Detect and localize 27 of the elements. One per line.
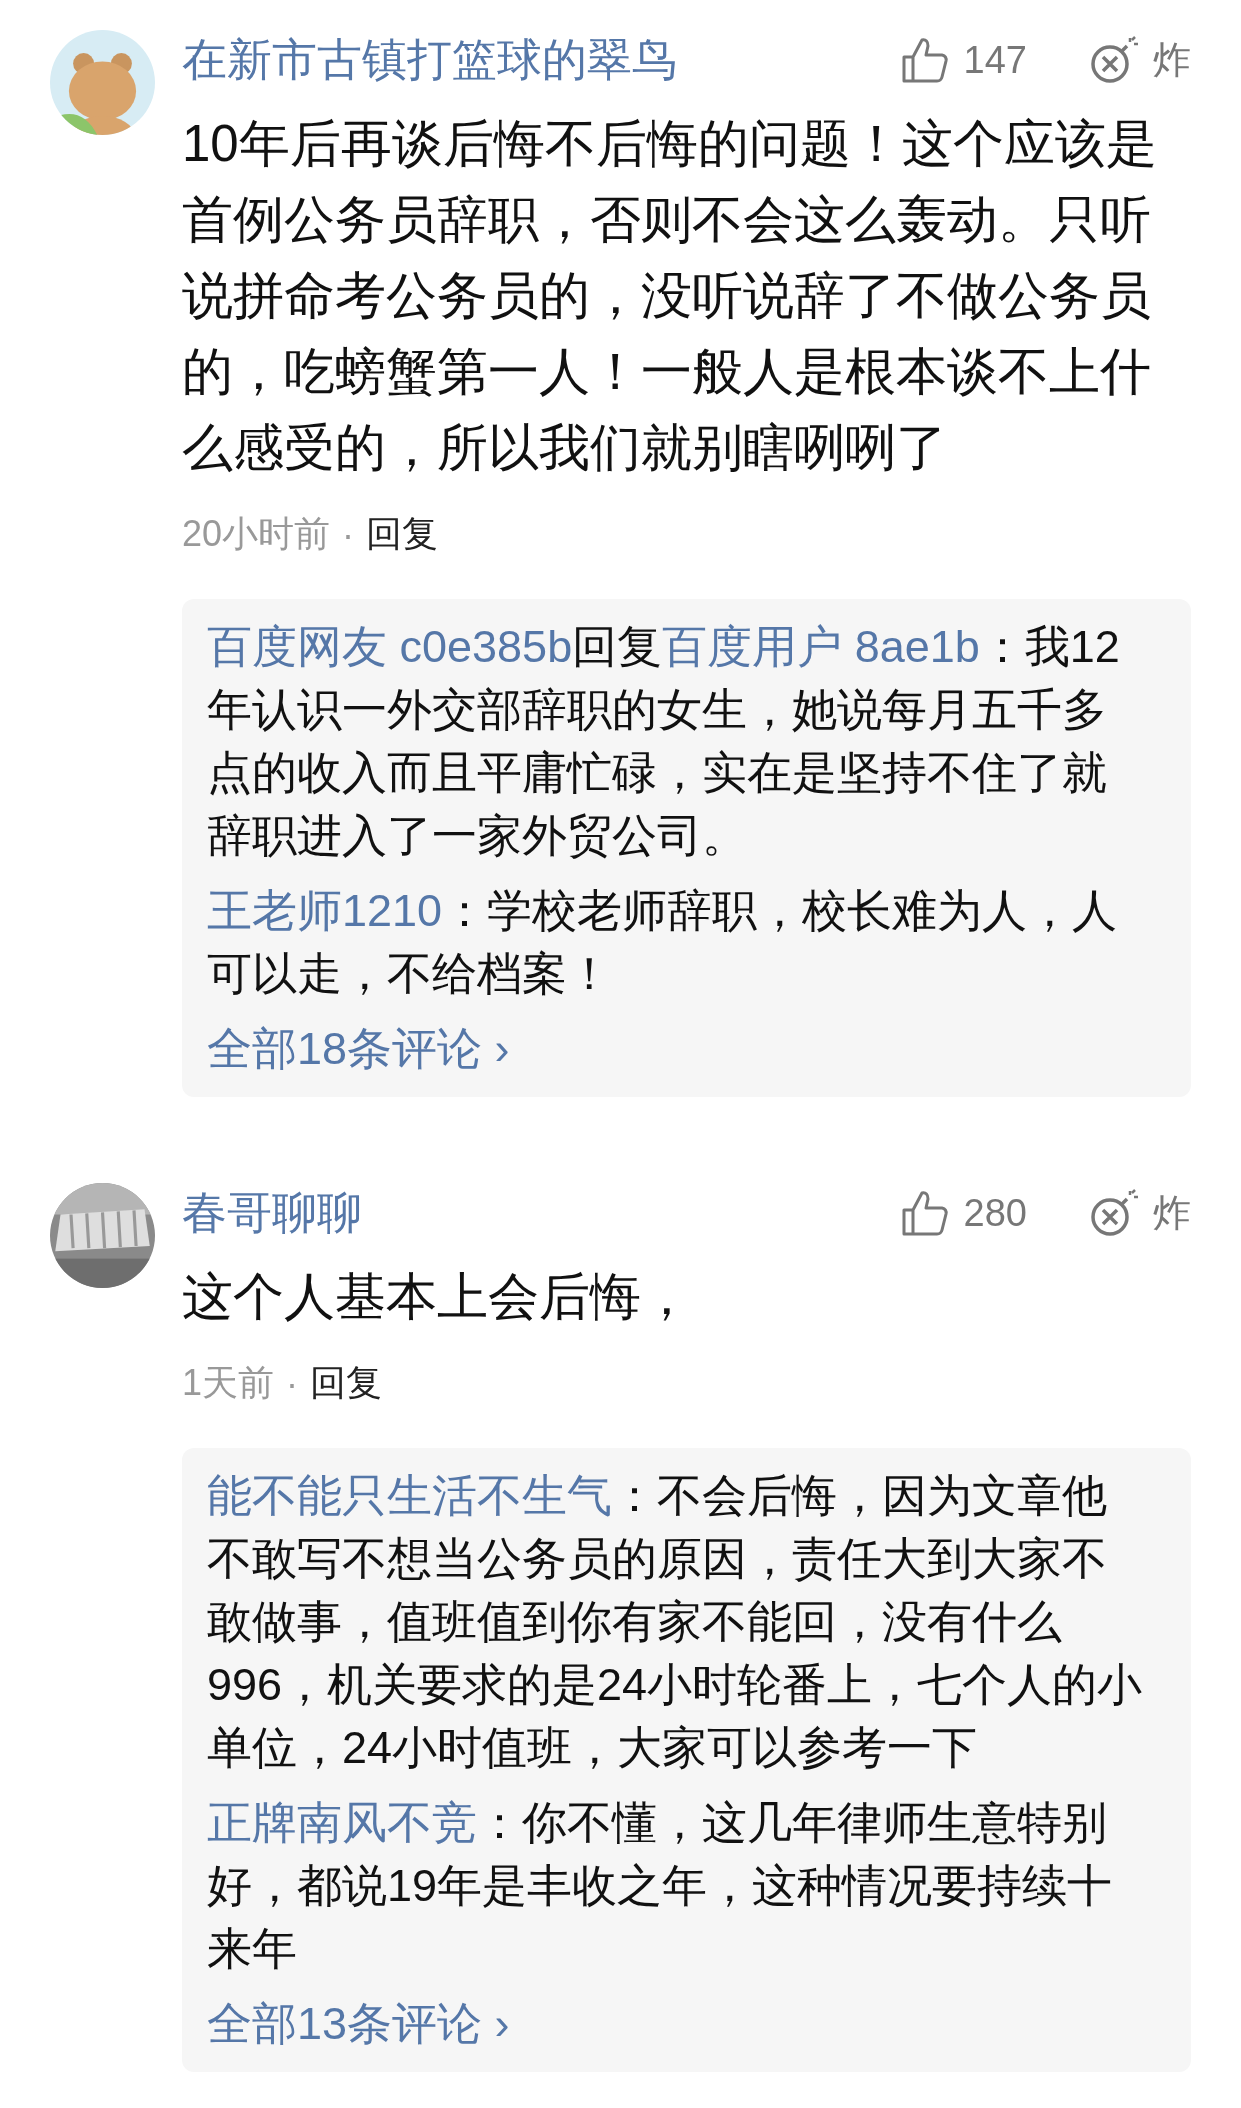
- reply-text: 能不能只生活不生气：不会后悔，因为文章他不敢写不想当公务员的原因，责任大到大家不敢做事，值班值到你有家不能回，没有什么996，机关要求的是24小时轮番上，七个人的小单位，24小时值班，大家可以参考一下: [207, 1469, 1144, 1775]
- reply-text: 正牌南风不竞：你不懂，这几年律师生意特别好，都说19年是丰收之年，这种情况要持续十来年: [207, 1796, 1114, 1976]
- bomb-label[interactable]: 炸: [1153, 1187, 1191, 1239]
- username[interactable]: 春哥聊聊: [182, 1183, 900, 1243]
- user-link[interactable]: 百度用户 8ae1b: [662, 621, 980, 672]
- timestamp: 20小时前: [182, 512, 331, 556]
- all-comments-link[interactable]: 全部13条评论 ›: [207, 1994, 510, 2054]
- bomb-label[interactable]: 炸: [1153, 34, 1191, 86]
- separator-dot: ·: [286, 1362, 299, 1405]
- reply-text: 王老师1210：学校老师辞职，校长难为人，人可以走，不给档案！: [207, 884, 1119, 1001]
- separator-dot: ·: [342, 513, 355, 556]
- user-link[interactable]: 能不能只生活不生气: [207, 1470, 612, 1521]
- all-comments-link[interactable]: 全部18条评论 ›: [207, 1019, 510, 1079]
- user-link[interactable]: 正牌南风不竞: [207, 1797, 477, 1848]
- reply-link[interactable]: 回复: [310, 1359, 383, 1408]
- comment-text: 10年后再谈后悔不后悔的问题！这个应该是首例公务员辞职，否则不会这么轰动。只听说拼命考公务员的，没听说辞了不做公务员的，吃螃蟹第一人！一般人是根本谈不上什么感受的，所以我们就别瞎咧咧了: [182, 114, 1158, 478]
- bomb-icon[interactable]: [1089, 1188, 1139, 1238]
- like-count: 147: [963, 38, 1027, 82]
- reply-text: 百度网友 c0e385b回复百度用户 8ae1b：我12年认识一外交部辞职的女生，她说每月五千多点的收入而且平庸忙碌，实在是坚持不住了就辞职进入了一家外贸公司。: [207, 620, 1121, 863]
- comment-text: 这个人基本上会后悔，: [182, 1267, 693, 1327]
- username[interactable]: 在新市古镇打篮球的翠鸟: [182, 30, 900, 90]
- user-link[interactable]: 百度网友 c0e385b: [207, 621, 573, 672]
- bomb-icon[interactable]: [1089, 35, 1139, 85]
- user-link[interactable]: 王老师1210: [207, 885, 443, 936]
- like-count: 280: [963, 1191, 1027, 1235]
- reply-link[interactable]: 回复: [366, 510, 439, 559]
- timestamp: 1天前: [182, 1361, 275, 1405]
